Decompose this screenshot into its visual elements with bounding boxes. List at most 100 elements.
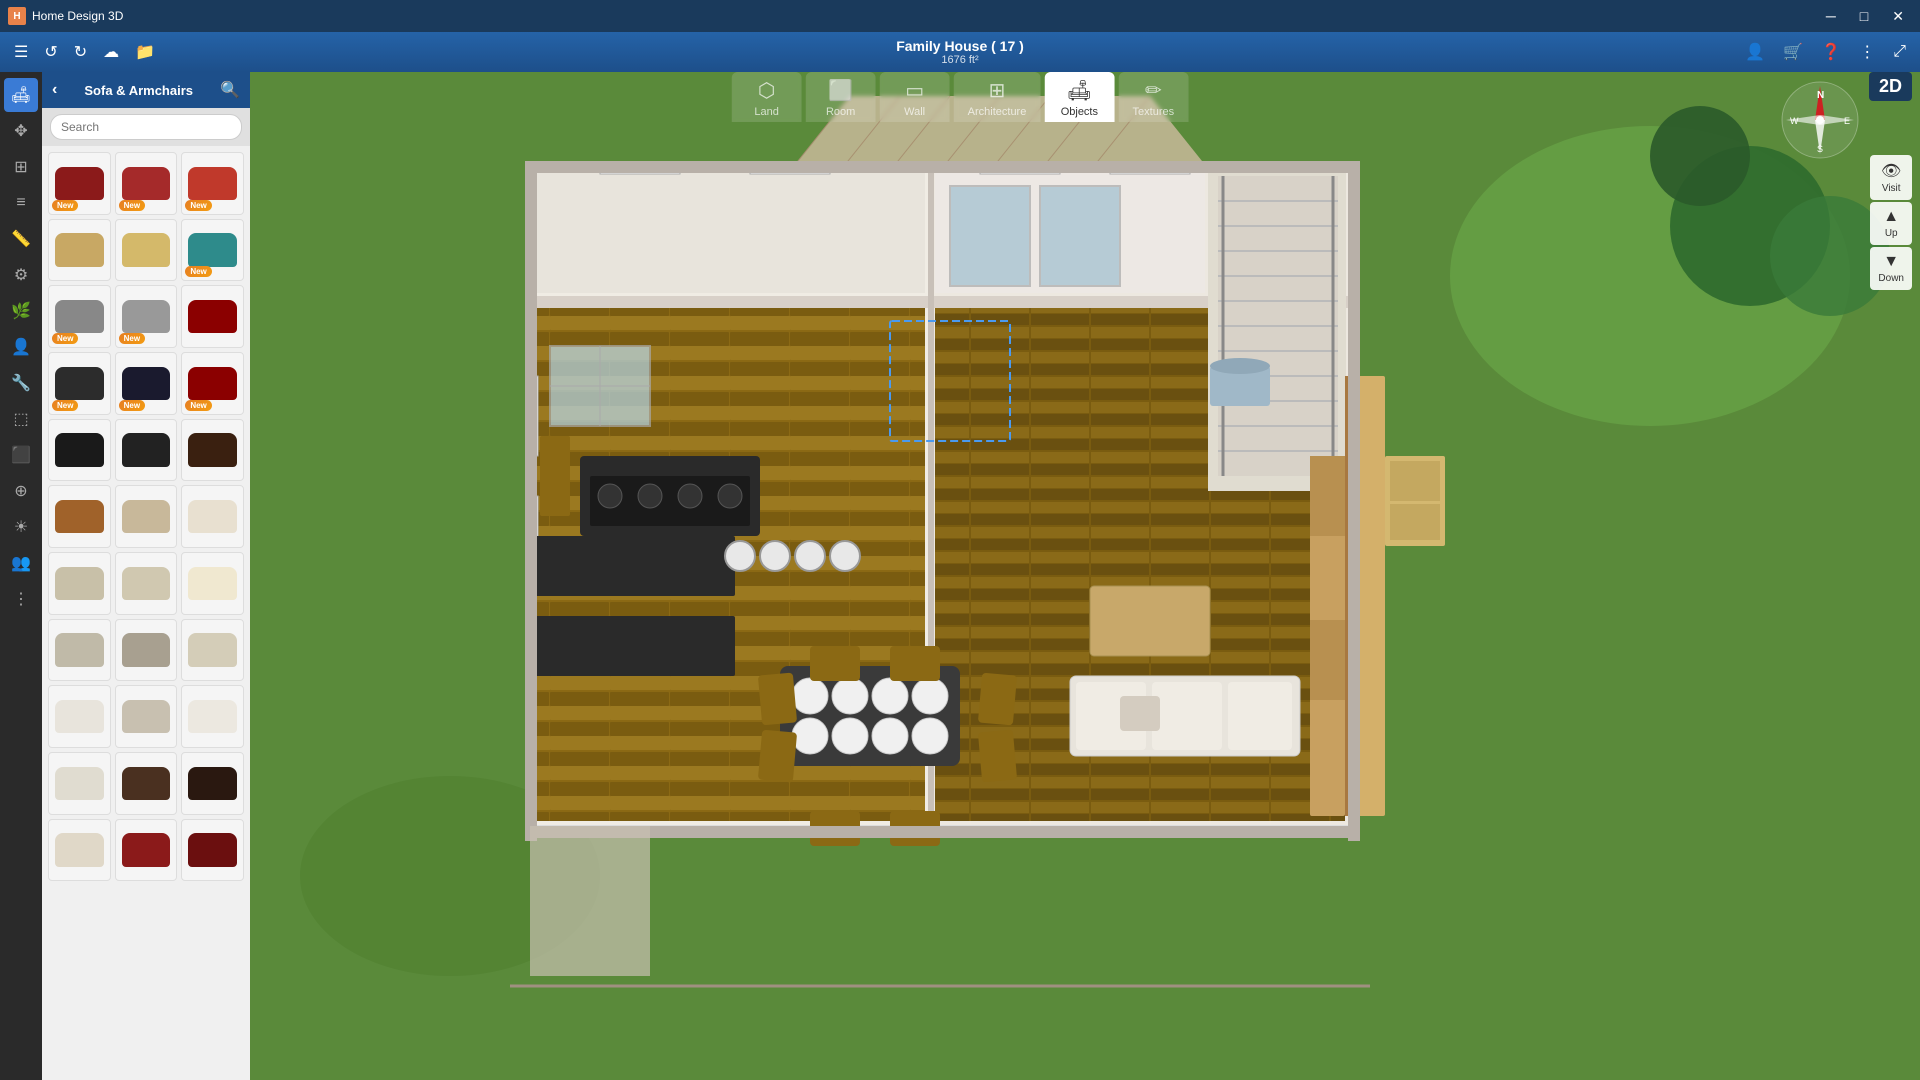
back-button[interactable]: ‹ [52, 81, 57, 99]
sofa-item-6[interactable]: New [181, 219, 244, 282]
sidebar-item-more[interactable]: ⋮ [4, 582, 38, 616]
new-badge: New [52, 400, 78, 411]
main-viewport[interactable] [250, 72, 1920, 1080]
search-input[interactable] [50, 114, 242, 140]
new-badge: New [185, 200, 211, 211]
sofa-item-23[interactable] [115, 619, 178, 682]
sofa-item-24[interactable] [181, 619, 244, 682]
sofa-item-12[interactable]: New [181, 352, 244, 415]
down-button[interactable]: ▼ Down [1870, 247, 1912, 290]
down-icon: ▼ [1883, 253, 1899, 271]
new-badge: New [52, 200, 78, 211]
search-toggle-button[interactable]: 🔍 [220, 80, 240, 100]
sofa-item-16[interactable] [48, 485, 111, 548]
view-2d-button[interactable]: 2D [1869, 72, 1912, 101]
sofa-item-21[interactable] [181, 552, 244, 615]
maximize-button[interactable]: □ [1852, 6, 1876, 26]
items-grid: New New New New New New [42, 146, 250, 1080]
sofa-item-1[interactable]: New [48, 152, 111, 215]
sofa-item-9[interactable] [181, 285, 244, 348]
title-bar-controls: ─ □ ✕ [1818, 6, 1912, 27]
east-label: E [1844, 116, 1850, 126]
sidebar-item-measure[interactable]: 📏 [4, 222, 38, 256]
user-icon[interactable]: 👤 [1739, 38, 1771, 66]
tab-textures[interactable]: ✏ Textures [1118, 72, 1188, 122]
visit-button[interactable]: 👁 Visit [1870, 155, 1912, 200]
sofa-item-11[interactable]: New [115, 352, 178, 415]
sidebar-item-move[interactable]: ✥ [4, 114, 38, 148]
sofa-item-10[interactable]: New [48, 352, 111, 415]
sidebar-item-layers[interactable]: ≡ [4, 186, 38, 220]
floorplan-svg [250, 72, 1920, 1080]
left-icon-bar: 🛋 ✥ ⊞ ≡ 📏 ⚙ 🌿 👤 🔧 ⬚ ⬛ ⊕ ☀ 👥 ⋮ [0, 72, 42, 1080]
tab-land[interactable]: ⬡ Land [732, 72, 802, 122]
tab-wall-label: Wall [904, 106, 925, 118]
sofa-item-17[interactable] [115, 485, 178, 548]
nav-tabs: ⬡ Land ⬜ Room ▭ Wall ⊞ Architecture 🛋 Ob… [732, 72, 1189, 122]
sidebar-item-group[interactable]: ⊕ [4, 474, 38, 508]
tab-architecture-label: Architecture [968, 106, 1027, 118]
architecture-icon: ⊞ [989, 78, 1006, 103]
sidebar-item-people[interactable]: 👥 [4, 546, 38, 580]
sidebar-item-tools[interactable]: 🔧 [4, 366, 38, 400]
sidebar-item-sofas[interactable]: 🛋 [4, 78, 38, 112]
sidebar-item-stairs[interactable]: ⬛ [4, 438, 38, 472]
sofa-item-25[interactable] [48, 685, 111, 748]
sofa-item-19[interactable] [48, 552, 111, 615]
sofa-item-22[interactable] [48, 619, 111, 682]
search-bar [42, 108, 250, 146]
sofa-item-14[interactable] [115, 419, 178, 482]
tab-room[interactable]: ⬜ Room [806, 72, 876, 122]
sofa-item-8[interactable]: New [115, 285, 178, 348]
sidebar-item-fence[interactable]: ⬚ [4, 402, 38, 436]
sidebar-item-grid[interactable]: ⊞ [4, 150, 38, 184]
folder-button[interactable]: 📁 [129, 38, 161, 66]
compass-rose: N S E W [1780, 80, 1860, 160]
sofa-item-4[interactable] [48, 219, 111, 282]
close-button[interactable]: ✕ [1884, 6, 1912, 27]
sofa-item-18[interactable] [181, 485, 244, 548]
sofa-item-31[interactable] [48, 819, 111, 882]
undo-button[interactable]: ↺ [38, 38, 63, 66]
sofa-item-5[interactable] [115, 219, 178, 282]
title-bar: H Home Design 3D ─ □ ✕ [0, 0, 1920, 32]
sofa-item-26[interactable] [115, 685, 178, 748]
sofa-item-13[interactable] [48, 419, 111, 482]
cart-icon[interactable]: 🛒 [1777, 38, 1809, 66]
down-label: Down [1878, 273, 1904, 284]
tab-wall[interactable]: ▭ Wall [880, 72, 950, 122]
sidebar-item-plants[interactable]: 🌿 [4, 294, 38, 328]
sofa-item-20[interactable] [115, 552, 178, 615]
sofa-item-3[interactable]: New [181, 152, 244, 215]
sofa-item-32[interactable] [115, 819, 178, 882]
textures-icon: ✏ [1145, 78, 1162, 103]
north-label: N [1817, 90, 1824, 101]
sofa-item-28[interactable] [48, 752, 111, 815]
sidebar-item-settings[interactable]: ⚙ [4, 258, 38, 292]
sofa-item-15[interactable] [181, 419, 244, 482]
new-badge: New [119, 400, 145, 411]
tab-architecture[interactable]: ⊞ Architecture [954, 72, 1041, 122]
up-button[interactable]: ▲ Up [1870, 202, 1912, 245]
category-header: ‹ Sofa & Armchairs 🔍 [42, 72, 250, 108]
sofa-item-27[interactable] [181, 685, 244, 748]
menu-button[interactable]: ☰ [8, 38, 34, 66]
sidebar-item-person[interactable]: 👤 [4, 330, 38, 364]
more-options-icon[interactable]: ⋮ [1853, 38, 1881, 66]
fullscreen-icon[interactable]: ⤢ [1887, 39, 1912, 65]
sidebar-item-sun[interactable]: ☀ [4, 510, 38, 544]
south-label: S [1817, 144, 1823, 154]
sofa-item-33[interactable] [181, 819, 244, 882]
tab-room-label: Room [826, 106, 855, 118]
help-icon[interactable]: ❓ [1815, 38, 1847, 66]
sofa-item-7[interactable]: New [48, 285, 111, 348]
up-icon: ▲ [1883, 208, 1899, 226]
sofa-item-2[interactable]: New [115, 152, 178, 215]
sofa-item-29[interactable] [115, 752, 178, 815]
tab-objects[interactable]: 🛋 Objects [1044, 72, 1114, 122]
cloud-button[interactable]: ☁ [97, 38, 125, 66]
category-title: Sofa & Armchairs [84, 83, 193, 98]
redo-button[interactable]: ↻ [68, 38, 93, 66]
sofa-item-30[interactable] [181, 752, 244, 815]
minimize-button[interactable]: ─ [1818, 6, 1844, 26]
